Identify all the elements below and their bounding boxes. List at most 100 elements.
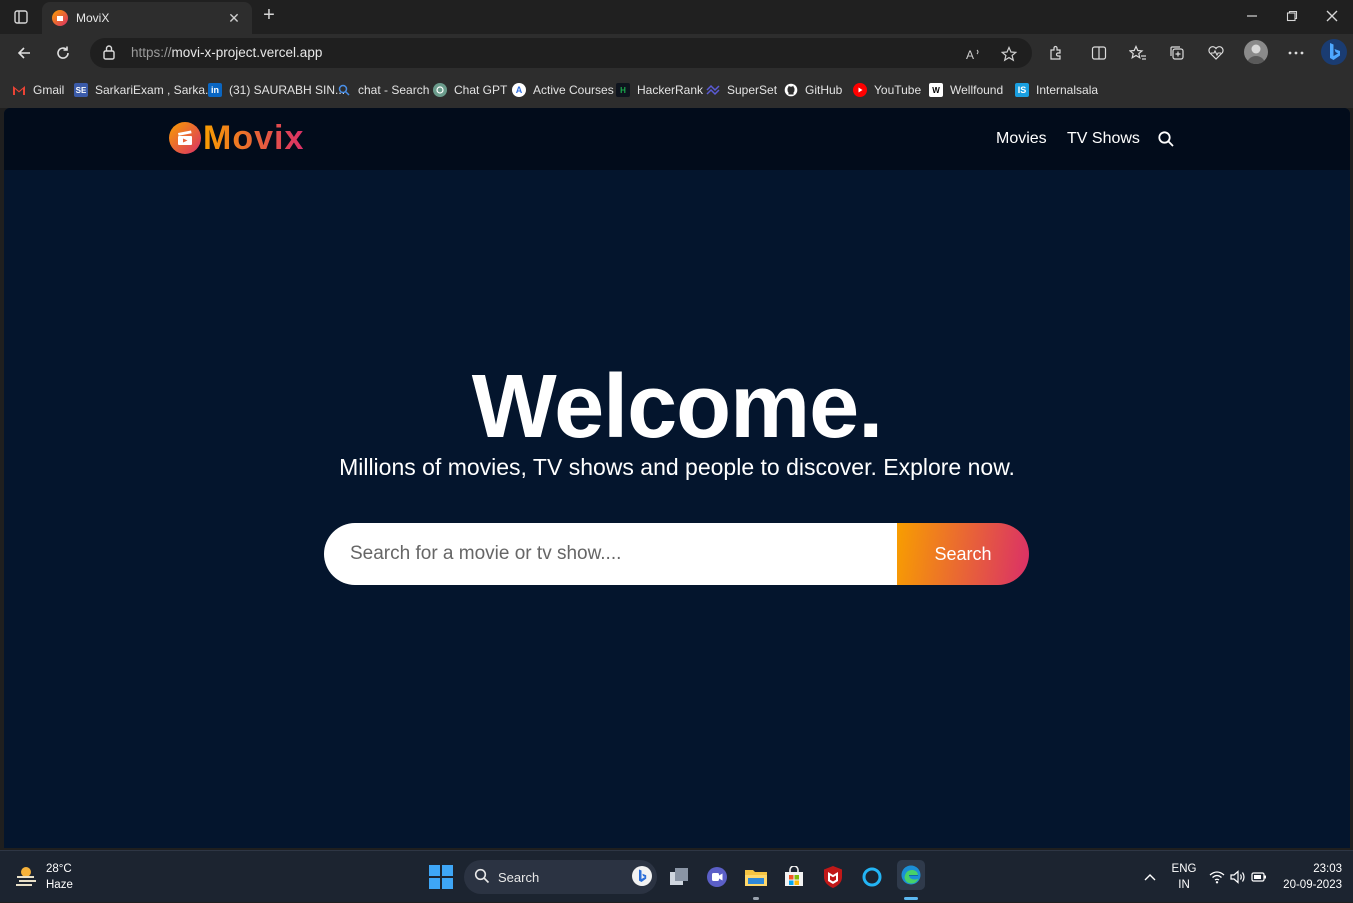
active-app-indicator (904, 897, 918, 900)
bookmark-label: chat - Search (358, 83, 430, 97)
weather-temp: 28°C (46, 863, 72, 875)
bookmark-label: Gmail (33, 83, 65, 97)
bookmark-active-courses[interactable]: A Active Courses (512, 81, 614, 99)
tab-title: MoviX (76, 11, 110, 25)
cortana-icon[interactable] (859, 864, 885, 890)
superset-icon (706, 83, 720, 97)
bookmark-youtube[interactable]: YouTube (853, 81, 921, 99)
url-text[interactable]: https://movi-x-project.vercel.app (131, 45, 322, 60)
battery-icon[interactable] (1249, 851, 1269, 903)
hero-search-bar: Search (324, 523, 1029, 585)
wellfound-icon: W (929, 83, 943, 97)
bookmark-label: Active Courses (533, 83, 614, 97)
hero-search-button[interactable]: Search (897, 523, 1029, 585)
browser-tab-strip: MoviX ✕ + (0, 0, 1353, 34)
read-aloud-icon[interactable]: A (964, 44, 984, 64)
system-clock[interactable]: 23:03 20-09-2023 (1276, 861, 1342, 893)
language-indicator[interactable]: ENG IN (1168, 851, 1200, 903)
browser-essentials-icon[interactable] (1205, 42, 1227, 64)
hero-subtitle: Millions of movies, TV shows and people … (339, 454, 1015, 480)
bookmark-label: HackerRank (637, 83, 704, 97)
file-explorer-icon[interactable] (743, 864, 769, 890)
browser-toolbar: https://movi-x-project.vercel.app A (0, 34, 1353, 72)
taskbar-search-label: Search (498, 869, 540, 885)
browser-tab-movix[interactable]: MoviX ✕ (42, 2, 252, 34)
movix-logo[interactable]: Movix (169, 118, 305, 157)
search-icon (337, 83, 351, 97)
bookmark-label: Internalsala (1036, 83, 1099, 97)
clapperboard-icon (169, 122, 201, 154)
haze-weather-icon (14, 863, 38, 892)
tab-close-icon[interactable]: ✕ (226, 10, 242, 27)
address-bar[interactable]: https://movi-x-project.vercel.app A (90, 38, 1032, 68)
restore-button[interactable] (1272, 0, 1312, 32)
bookmark-superset[interactable]: SuperSet (706, 81, 777, 99)
favorites-icon[interactable] (1127, 42, 1149, 64)
windows-start-icon[interactable] (429, 865, 453, 889)
favorite-star-icon[interactable] (999, 44, 1019, 64)
hero-banner: Welcome. Millions of movies, TV shows an… (4, 170, 1350, 848)
bookmark-label: Wellfound (950, 83, 1004, 97)
wifi-icon[interactable] (1207, 851, 1227, 903)
bookmark-label: YouTube (874, 83, 922, 97)
minimize-button[interactable] (1232, 0, 1272, 32)
lang-code: ENG (1171, 863, 1197, 875)
bookmark-gmail[interactable]: Gmail (12, 81, 64, 99)
bookmark-internshala[interactable]: IS Internalsala (1015, 81, 1098, 99)
nav-movies[interactable]: Movies (996, 130, 1047, 148)
region-code: IN (1178, 879, 1190, 891)
bookmark-hackerrank[interactable]: H HackerRank (616, 81, 703, 99)
header-search-icon[interactable] (1157, 130, 1175, 148)
refresh-button[interactable] (50, 40, 76, 66)
edge-browser-icon[interactable] (897, 860, 925, 890)
mcafee-icon[interactable] (820, 864, 846, 890)
github-icon (784, 83, 798, 97)
bing-copilot-icon[interactable] (1320, 37, 1348, 67)
bookmark-github[interactable]: GitHub (784, 81, 842, 99)
taskbar-search[interactable]: Search (464, 860, 657, 894)
new-tab-button[interactable]: + (258, 5, 280, 27)
youtube-icon (853, 83, 867, 97)
profile-avatar[interactable] (1244, 40, 1268, 64)
split-screen-icon[interactable] (1088, 42, 1110, 64)
taskbar-search-icon (474, 868, 490, 887)
linkedin-icon: in (208, 83, 222, 97)
bookmark-wellfound[interactable]: W Wellfound (929, 81, 1003, 99)
bookmark-chat-search[interactable]: chat - Search (337, 81, 429, 99)
sarkariexam-icon: SE (74, 83, 88, 97)
microsoft-store-icon[interactable] (781, 864, 807, 890)
running-app-indicator (753, 897, 759, 900)
svg-text:A: A (966, 48, 974, 61)
collections-icon[interactable] (1166, 42, 1188, 64)
lock-icon[interactable] (102, 44, 116, 65)
movix-favicon-icon (52, 10, 68, 26)
bookmark-sarkariexam[interactable]: SE SarkariExam , Sarka... (74, 81, 215, 99)
close-window-button[interactable] (1312, 0, 1352, 32)
bookmarks-bar: Gmail SE SarkariExam , Sarka... in (31) SA… (0, 72, 1353, 108)
courses-icon: A (512, 83, 526, 97)
bookmark-label: SuperSet (727, 83, 778, 97)
bookmark-label: Chat GPT (454, 83, 508, 97)
bookmark-chat-gpt[interactable]: Chat GPT (433, 81, 507, 99)
nav-tv-shows[interactable]: TV Shows (1067, 130, 1140, 148)
internshala-icon: IS (1015, 83, 1029, 97)
volume-icon[interactable] (1228, 851, 1248, 903)
gmail-icon (12, 83, 26, 97)
chatgpt-icon (433, 83, 447, 97)
site-header: Movix Movies TV Shows (4, 108, 1350, 170)
hero-search-input[interactable] (324, 523, 897, 585)
weather-widget[interactable]: 28°C Haze (14, 861, 73, 893)
extensions-icon[interactable] (1045, 42, 1067, 64)
bing-search-icon (631, 865, 653, 890)
hero-title: Welcome. (471, 357, 884, 457)
bookmark-linkedin[interactable]: in (31) SAURABH SIN... (208, 81, 345, 99)
logo-text: Movix (203, 118, 305, 157)
task-view-icon[interactable] (666, 864, 692, 890)
tab-actions-icon[interactable] (8, 6, 34, 28)
bookmark-label: (31) SAURABH SIN... (229, 83, 346, 97)
more-options-icon[interactable] (1285, 42, 1307, 64)
clock-date: 20-09-2023 (1283, 879, 1342, 891)
back-button[interactable] (11, 40, 37, 66)
show-hidden-icons-chevron-up-icon[interactable] (1140, 851, 1160, 903)
teams-chat-icon[interactable] (704, 864, 730, 890)
